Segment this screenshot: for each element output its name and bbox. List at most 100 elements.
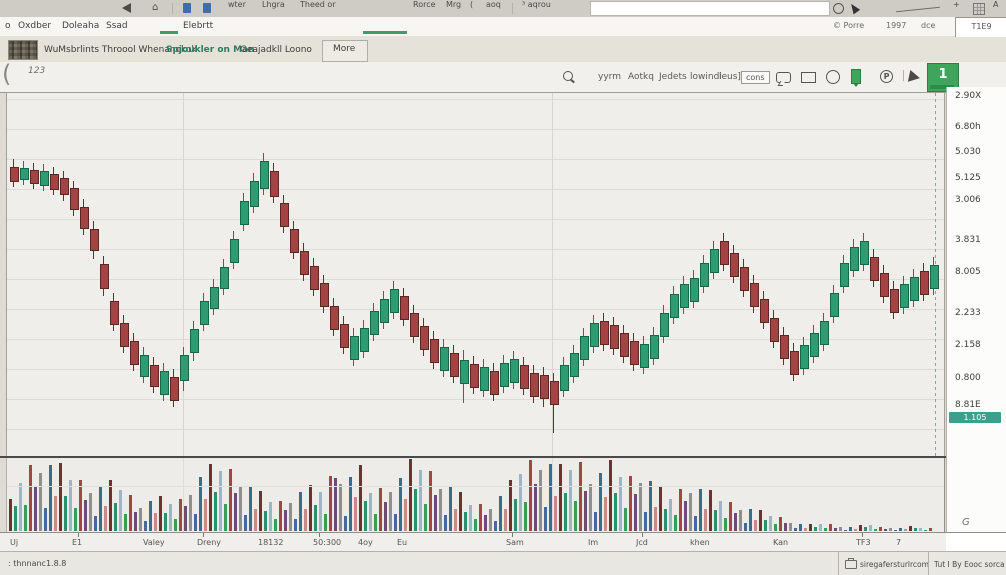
candle (230, 239, 239, 263)
app-logo (8, 40, 38, 60)
candle (750, 283, 759, 307)
toolbar-label[interactable]: ( (470, 0, 473, 9)
toolbar-label[interactable]: Lhgra (262, 0, 285, 9)
candle (560, 365, 569, 391)
candle (590, 323, 599, 347)
corner-badge-icon[interactable]: G (962, 517, 970, 528)
volume-bar (339, 484, 342, 531)
candle (570, 353, 579, 377)
menu-item[interactable]: Elebrtt (183, 21, 213, 31)
ellipse-icon[interactable] (826, 70, 840, 84)
toolbar-label[interactable]: lowindi (690, 72, 722, 82)
toolbar-label[interactable]: aoq (486, 0, 501, 9)
candle (260, 161, 269, 189)
right-tab[interactable]: T1E9 (955, 17, 1006, 37)
address-input[interactable] (590, 1, 830, 16)
toolbar-label[interactable]: A (993, 0, 998, 9)
toolbar-label[interactable]: Mrg (446, 0, 461, 9)
candle (240, 201, 249, 225)
menu-item[interactable]: Doleaha (62, 21, 99, 31)
bookmark-icon[interactable] (183, 3, 191, 13)
axis-tick (78, 533, 79, 537)
candle (490, 371, 499, 395)
volume-bar (469, 505, 472, 531)
tab-more[interactable]: More (322, 40, 368, 62)
toolbar-label[interactable]: wter (228, 0, 246, 9)
grid-icon[interactable] (973, 3, 985, 15)
candle (910, 277, 919, 301)
candle (720, 241, 729, 265)
volume-bar (674, 515, 677, 531)
volume-bar (344, 516, 347, 531)
volume-bar (444, 515, 447, 531)
volume-bar (534, 484, 537, 531)
candle (900, 284, 909, 308)
tab-item[interactable]: Geajadkll Loono (240, 45, 312, 55)
back-icon[interactable] (122, 3, 131, 13)
toolbar-label[interactable]: Rorce (413, 0, 436, 9)
menu-item[interactable]: Ssad (106, 21, 128, 31)
candle (880, 273, 889, 297)
volume-bar (449, 487, 452, 531)
volume-bar (754, 520, 757, 531)
toolbar-label[interactable]: Theed or (300, 0, 336, 9)
price-axis-label: 3.831 (955, 235, 981, 245)
volume-bar (494, 521, 497, 531)
volume-bar (479, 504, 482, 531)
time-axis[interactable]: UjE1ValeyDreny1813250:3004oyEuSamImJcdkh… (0, 532, 946, 552)
toolbar-label[interactable]: + (953, 0, 960, 9)
clock-icon[interactable] (833, 3, 844, 14)
toolbar-label[interactable]: Jedets (659, 72, 687, 82)
volume-bar (164, 513, 167, 531)
gridline (7, 219, 944, 220)
bubble-icon[interactable] (776, 72, 791, 83)
chart-panel[interactable] (6, 92, 945, 458)
toolbar-label[interactable]: yyrm (598, 72, 621, 82)
volume-bar (824, 528, 827, 531)
volume-bar (709, 490, 712, 531)
toolbar-boxed-button[interactable]: cons (741, 71, 770, 84)
search-icon[interactable] (563, 71, 573, 81)
menu-item[interactable]: o (5, 21, 11, 31)
volume-panel[interactable] (6, 458, 945, 532)
volume-bar (154, 513, 157, 531)
volume-bar (269, 502, 272, 531)
tool-p-icon[interactable]: P (880, 70, 893, 83)
volume-bar (519, 474, 522, 531)
candle (60, 178, 69, 195)
volume-bar (514, 499, 517, 531)
gridline (183, 458, 184, 532)
status-site-text[interactable]: siregafersturlrcom (860, 560, 929, 569)
menu-item[interactable]: Oxdber (18, 21, 51, 31)
bookmark-icon[interactable] (203, 3, 211, 13)
candle (150, 365, 159, 387)
volume-bar (909, 526, 912, 531)
brace-decoration: ( (2, 60, 11, 88)
time-axis-label: 18132 (258, 538, 283, 547)
candle (830, 293, 839, 317)
candle (640, 344, 649, 368)
volume-bar (254, 509, 257, 531)
volume-bar (384, 502, 387, 531)
price-axis[interactable]: 2.90X6.80h5.0305.1253.0063.8318.0052.233… (946, 87, 1006, 533)
time-axis-label: 50:300 (313, 538, 341, 547)
volume-bar (679, 489, 682, 531)
volume-bar (59, 463, 62, 531)
time-axis-label: Uj (10, 538, 18, 547)
home-icon[interactable]: ⌂ (152, 2, 158, 13)
toolbar-label[interactable]: leus] (719, 72, 741, 82)
volume-bar (694, 516, 697, 531)
toolbar-label[interactable]: ³ aqrou (522, 0, 551, 9)
volume-bar (529, 460, 532, 531)
volume-bar (889, 528, 892, 531)
toolbar-label[interactable]: Aotkq (628, 72, 654, 82)
price-axis-label: 6.80h (955, 122, 981, 132)
volume-bar (364, 501, 367, 531)
rect-icon[interactable] (801, 72, 816, 83)
candle (210, 287, 219, 309)
volume-bar (274, 519, 277, 531)
marker-icon[interactable] (851, 69, 861, 84)
volume-bar (829, 524, 832, 531)
gridline (7, 486, 944, 487)
candle (310, 266, 319, 290)
